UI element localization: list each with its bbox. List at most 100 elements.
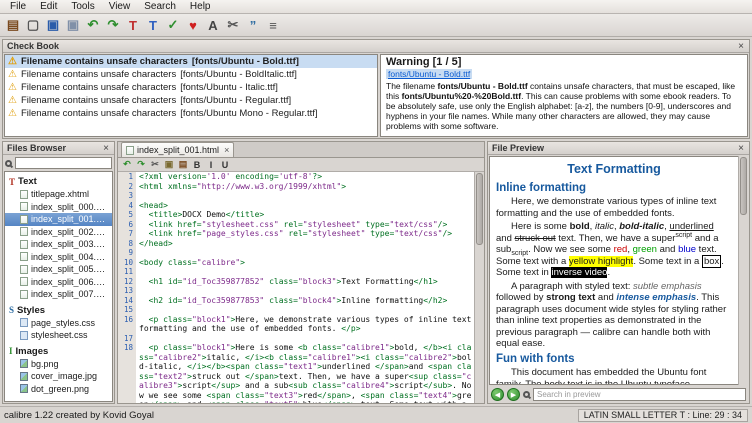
file-item[interactable]: index_split_005.html (5, 263, 112, 276)
cut-icon[interactable]: ✂ (224, 16, 242, 34)
preview-scrollbar[interactable] (738, 156, 748, 385)
section-styles-header[interactable]: S Styles (5, 304, 112, 317)
menu-item[interactable]: Help (183, 1, 218, 12)
tab-index-split-001[interactable]: index_split_001.html × (121, 142, 234, 157)
increase-font-size-icon[interactable]: T (124, 16, 142, 34)
menu-item[interactable]: Tools (64, 1, 101, 12)
check-result-row[interactable]: ⚠ Filename contains unsafe characters [f… (5, 107, 377, 120)
undo-icon[interactable]: ↶ (84, 16, 102, 34)
code-editor-wrap: 1<?xml version='1.0' encoding='utf-8'?>2… (118, 172, 484, 403)
code-line[interactable]: 9 (118, 248, 474, 258)
menu-item[interactable]: Edit (33, 1, 64, 12)
code-line[interactable]: 8</head> (118, 239, 474, 249)
check-result-row[interactable]: ⚠ Filename contains unsafe characters [f… (5, 55, 377, 68)
smarten-punctuation-icon[interactable]: ” (244, 16, 262, 34)
check-result-row[interactable]: ⚠ Filename contains unsafe characters [f… (5, 81, 377, 94)
donate-icon[interactable]: ♥ (184, 16, 202, 34)
code-line[interactable]: 10<body class="calibre"> (118, 258, 474, 268)
undo-icon[interactable]: ↶ (121, 159, 133, 171)
new-file-icon[interactable]: ▢ (24, 16, 42, 34)
forward-button[interactable]: ▶ (507, 388, 520, 401)
file-name: stylesheet.css (31, 330, 88, 340)
code-line[interactable]: 12 <h1 id="id_Toc359877852" class="block… (118, 277, 474, 287)
file-tree: T Text titlepage.xhtml index_split_000.h… (4, 171, 113, 402)
file-item[interactable]: index_split_003.html (5, 238, 112, 251)
file-item[interactable]: bg.png (5, 358, 112, 371)
close-icon[interactable]: × (737, 42, 745, 51)
tab-label: index_split_001.html (137, 145, 219, 155)
paste-icon[interactable]: ▤ (177, 159, 189, 171)
code-line[interactable]: 18 <p class="block1">Here is some <b cla… (118, 343, 474, 403)
code-line[interactable]: 3 (118, 191, 474, 201)
code-line[interactable]: 5 <title>DOCX Demo</title> (118, 210, 474, 220)
preview-paragraph: Here, we demonstrate various types of in… (496, 196, 732, 219)
section-images-header[interactable]: I Images (5, 345, 112, 358)
warning-file-link[interactable]: fonts/Ubuntu - Bold.ttf (386, 69, 472, 79)
file-item[interactable]: index_split_001.html (5, 213, 112, 226)
copy-icon[interactable]: ▣ (163, 159, 175, 171)
code-line[interactable]: 7 <link href="page_styles.css" rel="styl… (118, 229, 474, 239)
close-icon[interactable]: × (102, 144, 110, 153)
check-result-row[interactable]: ⚠ Filename contains unsafe characters [f… (5, 94, 377, 107)
scrollbar-thumb[interactable] (740, 157, 747, 215)
redo-icon[interactable]: ↷ (135, 159, 147, 171)
file-item[interactable]: stylesheet.css (5, 329, 112, 342)
autofix-icon[interactable]: A (204, 16, 222, 34)
file-item[interactable]: page_styles.css (5, 317, 112, 330)
file-item[interactable]: cover_image.jpg (5, 370, 112, 383)
file-preview-header: File Preview × (488, 142, 749, 155)
scrollbar-thumb[interactable] (476, 173, 483, 245)
main-area: Files Browser × T Text titlepage.xhtml i… (0, 139, 752, 406)
toc-icon[interactable]: ≡ (264, 16, 282, 34)
check-book-body: ⚠ Filename contains unsafe characters [f… (3, 53, 749, 138)
spellcheck-icon[interactable]: ✓ (164, 16, 182, 34)
check-result-row[interactable]: ⚠ Filename contains unsafe characters [f… (5, 68, 377, 81)
decrease-font-size-icon[interactable]: T (144, 16, 162, 34)
file-item[interactable]: index_split_002.html (5, 226, 112, 239)
open-book-icon[interactable]: ▤ (4, 16, 22, 34)
file-name: index_split_002.html (31, 227, 110, 237)
file-item[interactable]: index_split_004.html (5, 251, 112, 264)
save-icon[interactable]: ▣ (44, 16, 62, 34)
underline-icon[interactable]: U (219, 159, 231, 171)
check-filename: [fonts/Ubuntu - Bold.ttf] (192, 56, 299, 67)
menu-item[interactable]: View (102, 1, 138, 12)
file-item[interactable]: index_split_006.html (5, 276, 112, 289)
editor-scrollbar[interactable] (474, 172, 484, 403)
images-section-icon: I (9, 346, 13, 356)
cut-icon[interactable]: ✂ (149, 159, 161, 171)
code-line[interactable]: 11 (118, 267, 474, 277)
file-item[interactable]: index_split_000.html (5, 201, 112, 214)
close-icon[interactable]: × (737, 144, 745, 153)
code-line[interactable]: 14 <h2 id="id_Toc359877853" class="block… (118, 296, 474, 306)
check-message: Filename contains unsafe characters (21, 82, 176, 93)
code-line[interactable]: 6 <link href="stylesheet.css" rel="style… (118, 220, 474, 230)
preview-search-input[interactable] (533, 388, 746, 401)
code-line[interactable]: 1<?xml version='1.0' encoding='utf-8'?> (118, 172, 474, 182)
bold-icon[interactable]: B (191, 159, 203, 171)
redo-icon[interactable]: ↷ (104, 16, 122, 34)
file-name: dot_green.png (31, 384, 89, 394)
code-line[interactable]: 2<html xmlns="http://www.w3.org/1999/xht… (118, 182, 474, 192)
save-copy-icon[interactable]: ▣ (64, 16, 82, 34)
file-item[interactable]: dot_green.png (5, 383, 112, 396)
preview-paragraph: Here is some bold, italic, bold-italic, … (496, 221, 732, 279)
code-line[interactable]: 4<head> (118, 201, 474, 211)
preview-wrap: Text Formatting Inline formatting Here, … (489, 156, 748, 385)
file-item[interactable]: titlepage.xhtml (5, 188, 112, 201)
menu-item[interactable]: File (3, 1, 33, 12)
code-line[interactable]: 16 <p class="block1">Here, we demonstrat… (118, 315, 474, 334)
close-icon[interactable]: × (222, 145, 229, 155)
code-editor[interactable]: 1<?xml version='1.0' encoding='utf-8'?>2… (118, 172, 474, 403)
check-filename: [fonts/Ubuntu - Regular.ttf] (180, 95, 291, 106)
warning-icon: ⚠ (8, 56, 17, 67)
code-line[interactable]: 13 (118, 286, 474, 296)
italic-icon[interactable]: I (205, 159, 217, 171)
code-line[interactable]: 15 (118, 305, 474, 315)
file-item[interactable]: index_split_007.html (5, 288, 112, 301)
section-text-header[interactable]: T Text (5, 175, 112, 188)
files-search-input[interactable] (15, 157, 112, 169)
menu-item[interactable]: Search (137, 1, 183, 12)
code-line[interactable]: 17 (118, 334, 474, 344)
back-button[interactable]: ◀ (491, 388, 504, 401)
